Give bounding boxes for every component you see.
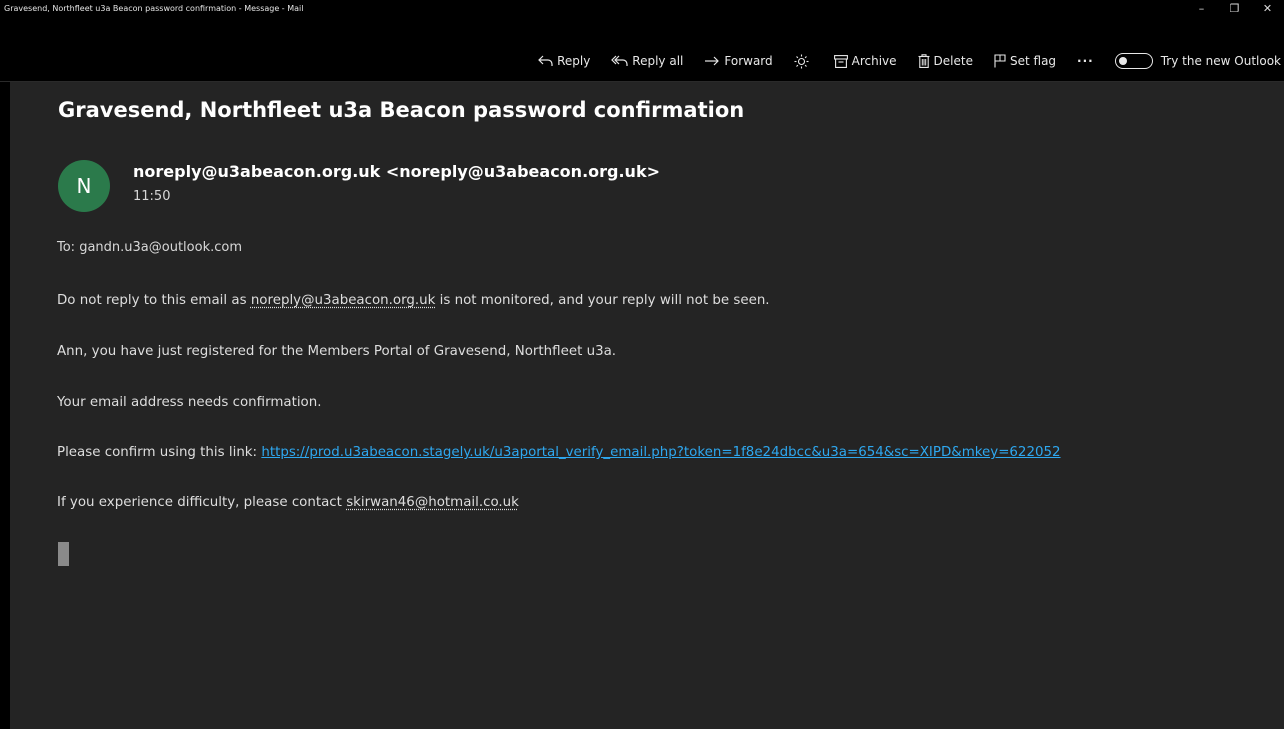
reply-button[interactable]: Reply <box>538 54 590 68</box>
set-flag-button[interactable]: Set flag <box>994 54 1056 68</box>
to-label: To: <box>57 240 80 255</box>
p5-text: If you experience difficulty, please con… <box>57 495 347 510</box>
body-paragraph-4: Please confirm using this link: https://… <box>57 445 1061 460</box>
text-cursor <box>58 542 69 566</box>
forward-button[interactable]: Forward <box>704 54 773 68</box>
p1-text-end: is not monitored, and your reply will no… <box>435 293 770 308</box>
reply-all-label: Reply all <box>632 54 684 68</box>
sun-icon <box>794 54 809 69</box>
p1-text-start: Do not reply to this email as <box>57 293 251 308</box>
forward-arrow-icon <box>704 55 720 67</box>
window-controls: – ❐ ✕ <box>1185 0 1284 18</box>
reply-icon <box>538 55 553 67</box>
message-time: 11:50 <box>133 189 171 204</box>
trash-icon <box>918 54 930 68</box>
theme-toggle-button[interactable] <box>794 54 813 69</box>
contact-email-link[interactable]: skirwan46@hotmail.co.uk <box>346 495 519 510</box>
delete-label: Delete <box>933 54 973 68</box>
recipient-address[interactable]: gandn.u3a@outlook.com <box>79 240 242 255</box>
message-subject: Gravesend, Northfleet u3a Beacon passwor… <box>58 98 745 122</box>
archive-button[interactable]: Archive <box>833 54 897 68</box>
archive-icon <box>833 54 848 68</box>
minimize-button[interactable]: – <box>1185 0 1218 18</box>
noreply-email-link[interactable]: noreply@u3abeacon.org.uk <box>251 293 436 308</box>
sender-avatar[interactable]: N <box>58 160 110 212</box>
flag-icon <box>994 54 1006 68</box>
reply-label: Reply <box>557 54 591 68</box>
verify-email-link[interactable]: https://prod.u3abeacon.stagely.uk/u3apor… <box>261 445 1060 460</box>
body-paragraph-1: Do not reply to this email as noreply@u3… <box>57 293 770 308</box>
reading-pane: Gravesend, Northfleet u3a Beacon passwor… <box>10 82 1284 729</box>
title-bar: Gravesend, Northfleet u3a Beacon passwor… <box>0 0 1284 18</box>
more-options-button[interactable]: ··· <box>1077 54 1094 68</box>
set-flag-label: Set flag <box>1009 54 1057 68</box>
body-paragraph-2: Ann, you have just registered for the Me… <box>57 344 617 359</box>
reply-all-button[interactable]: Reply all <box>611 54 683 68</box>
recipient-line: To: gandn.u3a@outlook.com <box>57 240 242 255</box>
window-title: Gravesend, Northfleet u3a Beacon passwor… <box>4 4 304 13</box>
reply-all-icon <box>611 55 628 67</box>
p4-text: Please confirm using this link: <box>57 445 262 460</box>
toggle-switch-icon[interactable] <box>1114 53 1153 69</box>
more-options-icon: ··· <box>1077 54 1094 68</box>
body-paragraph-5: If you experience difficulty, please con… <box>57 495 519 510</box>
archive-label: Archive <box>851 54 897 68</box>
toolbar-items: Reply Reply all Forward Archive Delete S… <box>538 40 1284 82</box>
body-paragraph-3: Your email address needs confirmation. <box>57 395 322 410</box>
try-new-outlook-toggle[interactable]: Try the new Outlook <box>1114 53 1281 69</box>
try-new-outlook-label: Try the new Outlook <box>1160 54 1281 68</box>
close-button[interactable]: ✕ <box>1251 0 1284 18</box>
sender-address[interactable]: noreply@u3abeacon.org.uk <noreply@u3abea… <box>133 162 660 181</box>
restore-button[interactable]: ❐ <box>1218 0 1251 18</box>
forward-label: Forward <box>724 54 773 68</box>
command-toolbar: Reply Reply all Forward Archive Delete S… <box>0 40 1284 82</box>
delete-button[interactable]: Delete <box>918 54 973 68</box>
